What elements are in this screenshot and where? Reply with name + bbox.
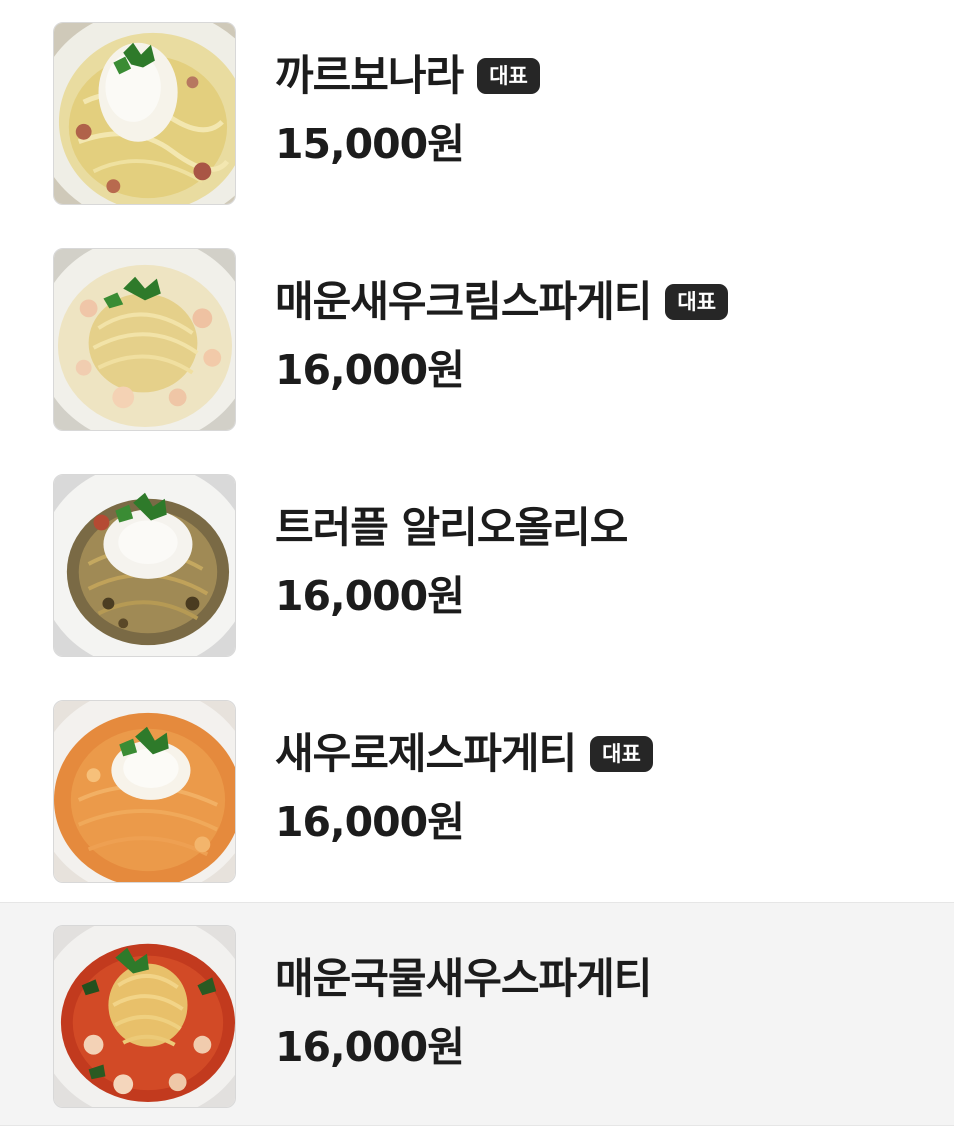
menu-item-info: 트러플 알리오올리오 16,000원 xyxy=(275,498,934,624)
menu-item-truffle-aglio-olio[interactable]: 트러플 알리오올리오 16,000원 xyxy=(0,452,954,678)
menu-item-price: 16,000원 xyxy=(275,346,465,394)
signature-badge: 대표 xyxy=(477,58,540,94)
shrimp-rose-spaghetti-photo xyxy=(53,700,236,883)
menu-item-name: 매운국물새우스파게티 xyxy=(275,954,652,1003)
menu-item-spicy-broth-shrimp-spaghetti[interactable]: 매운국물새우스파게티 16,000원 xyxy=(0,902,954,1126)
menu-item-price: 16,000원 xyxy=(275,1023,465,1071)
signature-badge: 대표 xyxy=(590,736,653,772)
menu-item-price: 15,000원 xyxy=(275,120,465,168)
menu-item-price: 16,000원 xyxy=(275,572,465,620)
menu-item-price: 16,000원 xyxy=(275,798,465,846)
menu-item-carbonara[interactable]: 까르보나라 대표 15,000원 xyxy=(0,0,954,226)
spicy-broth-shrimp-spaghetti-photo xyxy=(53,925,236,1108)
menu-item-name: 트러플 알리오올리오 xyxy=(275,503,628,552)
menu-item-name-row: 매운새우크림스파게티 대표 xyxy=(275,272,934,332)
menu-list: 까르보나라 대표 15,000원 매운새우크림스파게티 대표 16,000원 트… xyxy=(0,0,954,1126)
menu-item-name: 매운새우크림스파게티 xyxy=(275,277,652,326)
menu-item-name-row: 까르보나라 대표 xyxy=(275,46,934,106)
menu-item-info: 매운새우크림스파게티 대표 16,000원 xyxy=(275,272,934,398)
menu-item-info: 매운국물새우스파게티 16,000원 xyxy=(275,949,934,1075)
menu-item-info: 새우로제스파게티 대표 16,000원 xyxy=(275,724,934,850)
menu-item-name-row: 매운국물새우스파게티 xyxy=(275,949,934,1009)
signature-badge: 대표 xyxy=(665,284,729,320)
menu-item-name-row: 트러플 알리오올리오 xyxy=(275,498,934,558)
menu-item-name: 새우로제스파게티 xyxy=(275,729,577,778)
carbonara-photo xyxy=(53,22,236,205)
menu-item-info: 까르보나라 대표 15,000원 xyxy=(275,46,934,172)
menu-item-name-row: 새우로제스파게티 대표 xyxy=(275,724,934,784)
menu-item-shrimp-rose-spaghetti[interactable]: 새우로제스파게티 대표 16,000원 xyxy=(0,678,954,904)
menu-item-spicy-shrimp-cream-spaghetti[interactable]: 매운새우크림스파게티 대표 16,000원 xyxy=(0,226,954,452)
menu-item-name: 까르보나라 xyxy=(275,51,464,100)
truffle-aglio-olio-photo xyxy=(53,474,236,657)
spicy-shrimp-cream-spaghetti-photo xyxy=(53,248,236,431)
